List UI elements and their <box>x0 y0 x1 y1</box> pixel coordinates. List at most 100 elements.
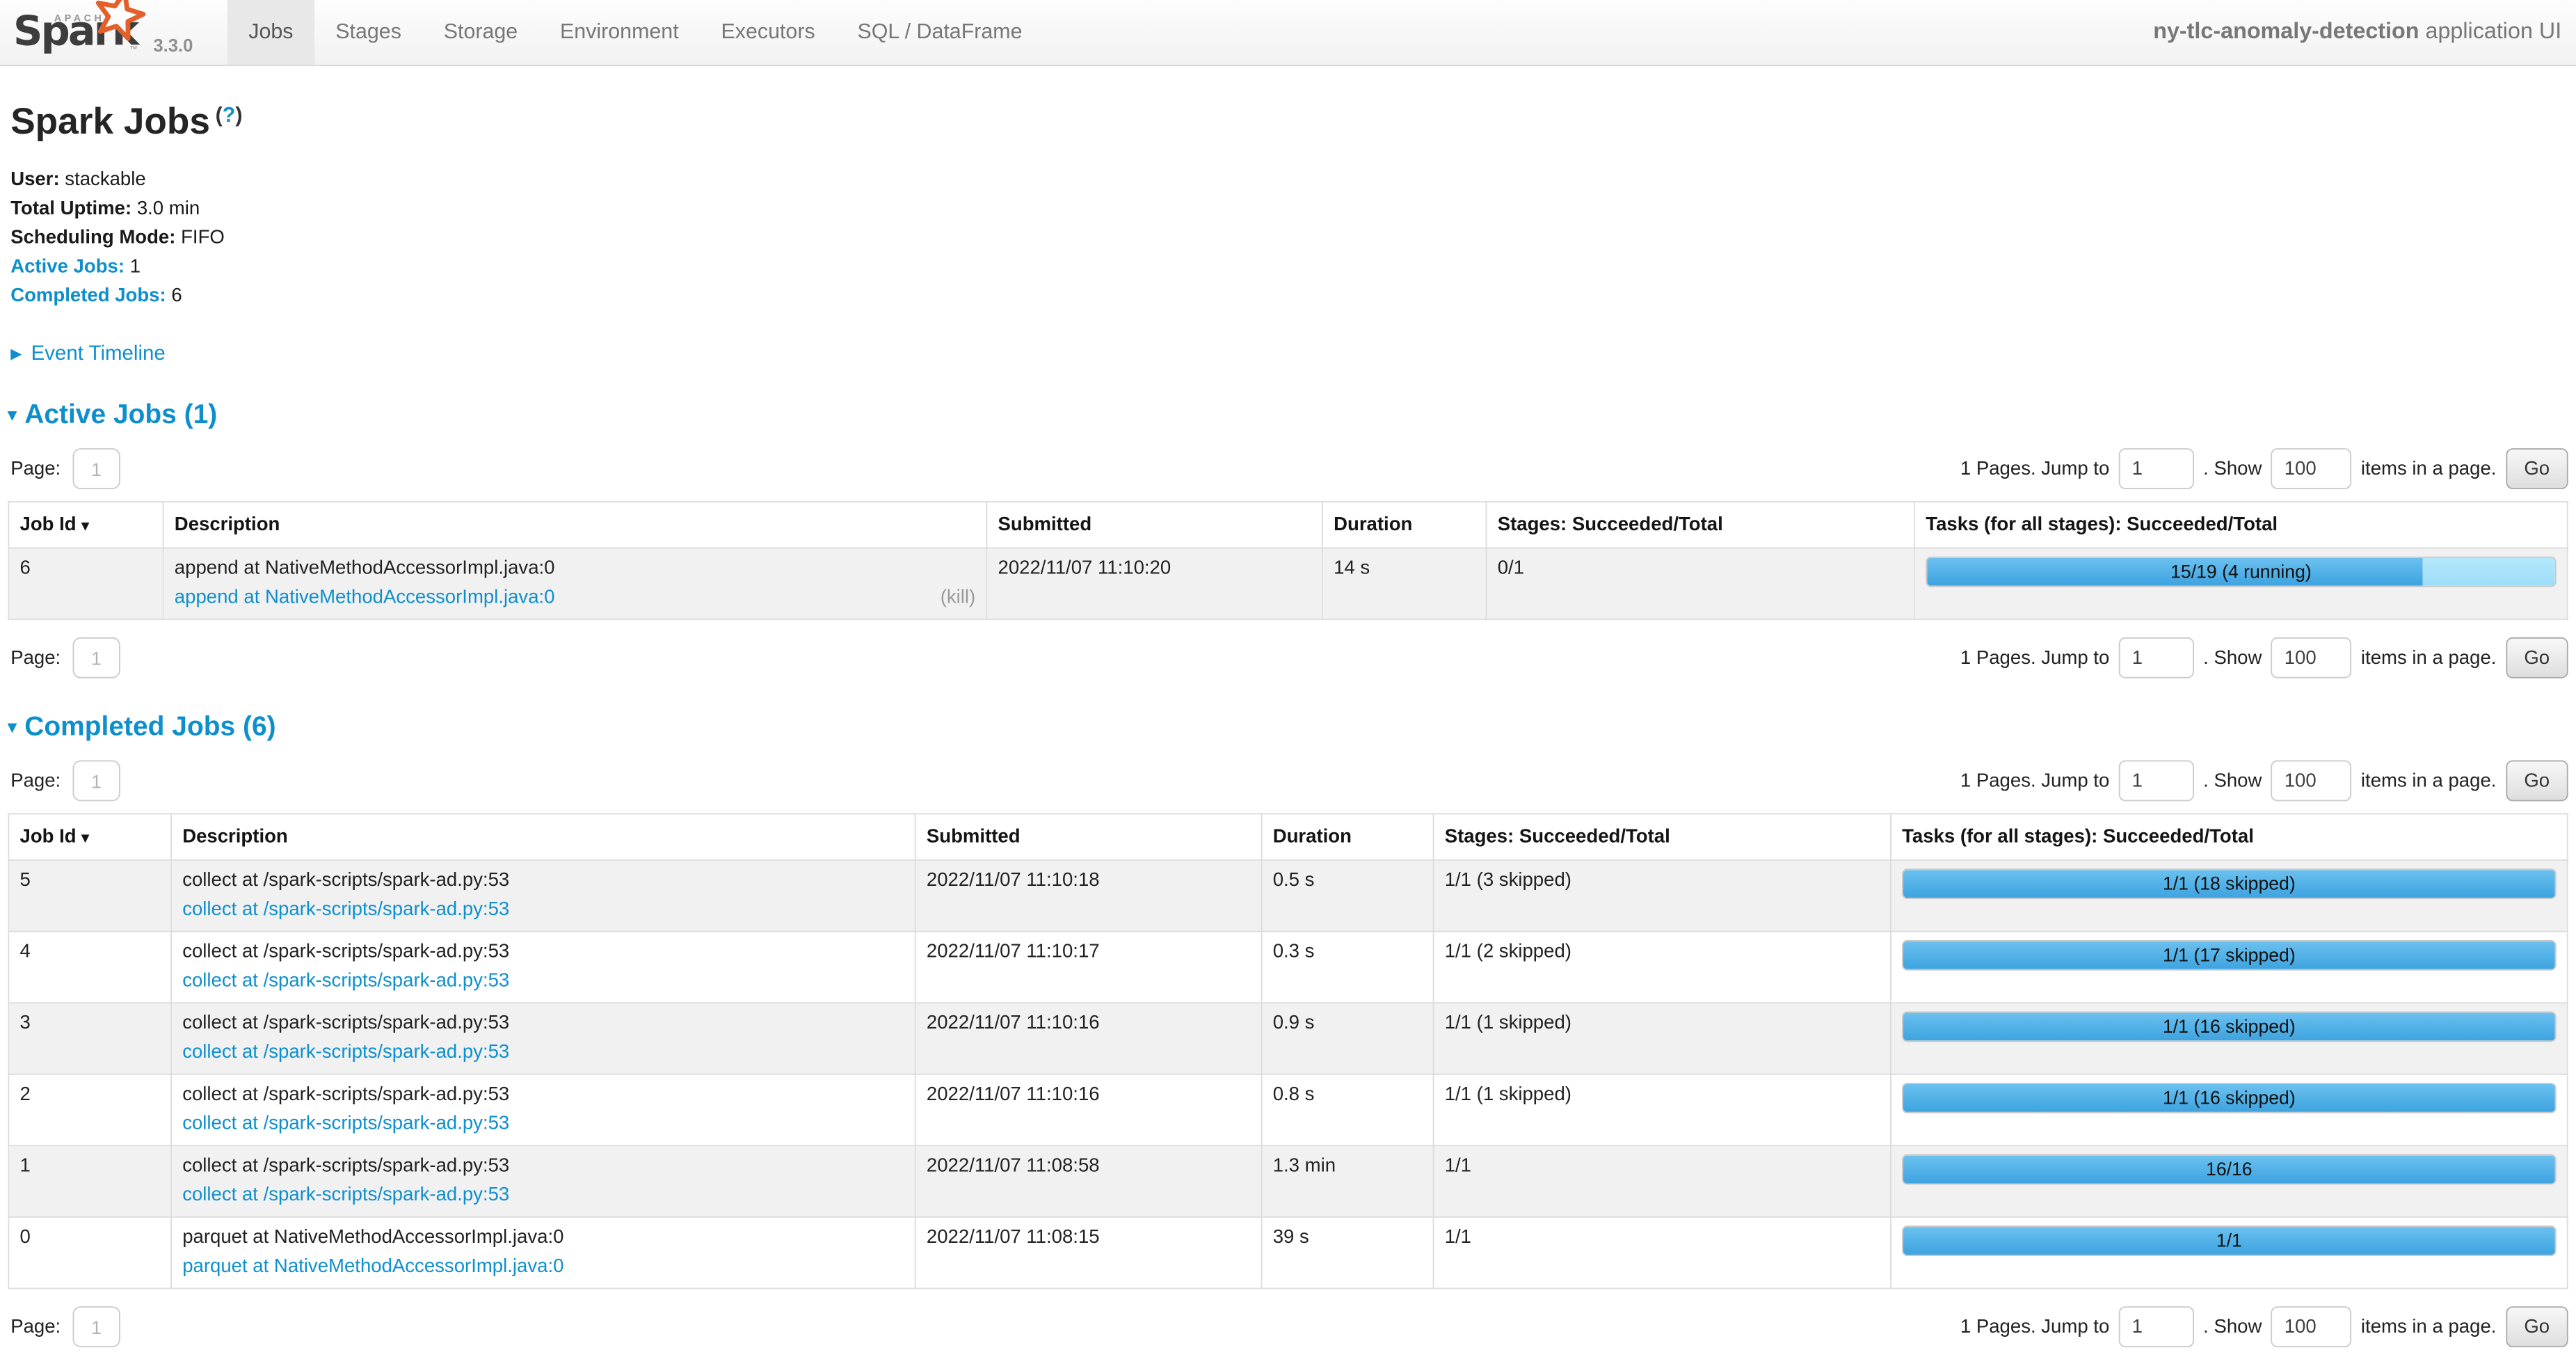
info-value: 1 <box>130 257 141 278</box>
show-count-input[interactable] <box>2271 761 2352 802</box>
spark-version: 3.3.0 <box>153 35 193 65</box>
tab-environment[interactable]: Environment <box>539 0 700 65</box>
job-description-links: append at NativeMethodAccessorImpl.java:… <box>175 585 975 611</box>
job-description-links: collect at /spark-scripts/spark-ad.py:53 <box>182 1111 904 1137</box>
job-id-cell: 6 <box>8 548 163 620</box>
sort-desc-icon: ▾ <box>81 518 89 534</box>
jump-to-input[interactable] <box>2119 448 2194 489</box>
tab-stages[interactable]: Stages <box>314 0 422 65</box>
column-header-description[interactable]: Description <box>171 813 915 860</box>
jump-to-input[interactable] <box>2119 637 2194 678</box>
tasks-cell: 15/19 (4 running) <box>1914 548 2568 620</box>
items-text: items in a page. <box>2361 1316 2497 1337</box>
job-detail-link[interactable]: collect at /spark-scripts/spark-ad.py:53 <box>182 1111 509 1137</box>
jump-to-input[interactable] <box>2119 1306 2194 1347</box>
column-header-job-id[interactable]: Job Id ▾ <box>8 813 171 860</box>
active-jobs-header[interactable]: ▾Active Jobs (1) <box>8 399 2568 431</box>
progress-label: 16/16 <box>1903 1156 2555 1184</box>
description-cell: parquet at NativeMethodAccessorImpl.java… <box>171 1217 915 1289</box>
column-header-submitted[interactable]: Submitted <box>915 813 1262 860</box>
show-count-input[interactable] <box>2271 448 2352 489</box>
header-row: Job Id ▾DescriptionSubmittedDurationStag… <box>8 813 2567 860</box>
go-button[interactable]: Go <box>2506 761 2568 802</box>
info-value: stackable <box>65 169 145 190</box>
column-header-stages[interactable]: Stages: Succeeded/Total <box>1434 813 1891 860</box>
go-button[interactable]: Go <box>2506 448 2568 489</box>
header-row: Job Id ▾DescriptionSubmittedDurationStag… <box>8 502 2567 548</box>
show-text: . Show <box>2203 1316 2262 1337</box>
completed-jobs-header[interactable]: ▾Completed Jobs (6) <box>8 711 2568 743</box>
info-label: User: <box>10 169 59 190</box>
description-cell: append at NativeMethodAccessorImpl.java:… <box>163 548 987 620</box>
tab-storage[interactable]: Storage <box>422 0 538 65</box>
page-number-box: 1 <box>72 637 120 678</box>
tab-sql-dataframe[interactable]: SQL / DataFrame <box>836 0 1043 65</box>
stages-cell: 1/1 <box>1434 1145 1891 1217</box>
tasks-progress-bar: 16/16 <box>1902 1154 2557 1185</box>
spark-logo: Spark APACHE ™ 3.3.0 <box>13 0 193 65</box>
job-description-links: collect at /spark-scripts/spark-ad.py:53 <box>182 968 904 994</box>
column-header-job-id[interactable]: Job Id ▾ <box>8 502 163 548</box>
stages-cell: 1/1 (3 skipped) <box>1434 860 1891 932</box>
help-close-paren: ) <box>235 104 242 127</box>
description-cell: collect at /spark-scripts/spark-ad.py:53… <box>171 932 915 1003</box>
column-header-duration[interactable]: Duration <box>1322 502 1487 548</box>
tasks-cell: 16/16 <box>1891 1145 2568 1217</box>
info-label-link[interactable]: Completed Jobs: <box>10 285 166 306</box>
kill-job-link[interactable]: (kill) <box>941 585 975 611</box>
go-button[interactable]: Go <box>2506 1306 2568 1347</box>
job-description-links: collect at /spark-scripts/spark-ad.py:53 <box>182 1182 904 1209</box>
show-count-input[interactable] <box>2271 637 2352 678</box>
jump-to-input[interactable] <box>2119 761 2194 802</box>
job-description-text: parquet at NativeMethodAccessorImpl.java… <box>182 1224 904 1250</box>
duration-cell: 0.3 s <box>1262 932 1434 1003</box>
duration-cell: 39 s <box>1262 1217 1434 1289</box>
info-value: 3.0 min <box>137 198 200 219</box>
summary-info-list: User: stackableTotal Uptime: 3.0 minSche… <box>10 166 2568 311</box>
info-item-4: Completed Jobs: 6 <box>10 282 2568 311</box>
job-description-links: parquet at NativeMethodAccessorImpl.java… <box>182 1253 904 1280</box>
active-jobs-table: Job Id ▾DescriptionSubmittedDurationStag… <box>8 501 2568 620</box>
info-label: Scheduling Mode: <box>10 228 175 248</box>
info-item-2: Scheduling Mode: FIFO <box>10 223 2568 253</box>
tab-jobs[interactable]: Jobs <box>227 0 314 65</box>
job-id-cell: 1 <box>8 1145 171 1217</box>
column-header-description[interactable]: Description <box>163 502 987 548</box>
tasks-progress-bar: 1/1 (16 skipped) <box>1902 1083 2557 1113</box>
info-label-link[interactable]: Active Jobs: <box>10 257 125 278</box>
job-row: 5collect at /spark-scripts/spark-ad.py:5… <box>8 860 2567 932</box>
tasks-progress-bar: 1/1 <box>1902 1225 2557 1256</box>
duration-cell: 14 s <box>1322 548 1487 620</box>
job-detail-link[interactable]: collect at /spark-scripts/spark-ad.py:53 <box>182 896 509 923</box>
navbar: Spark APACHE ™ 3.3.0 JobsStagesStorageEn… <box>0 0 2576 66</box>
job-detail-link[interactable]: collect at /spark-scripts/spark-ad.py:53 <box>182 1182 509 1209</box>
column-header-duration[interactable]: Duration <box>1262 813 1434 860</box>
column-header-tasks-for-all-stages-[interactable]: Tasks (for all stages): Succeeded/Total <box>1914 502 2568 548</box>
job-detail-link[interactable]: collect at /spark-scripts/spark-ad.py:53 <box>182 968 509 994</box>
event-timeline-toggle[interactable]: ▶Event Timeline <box>10 342 2568 366</box>
show-text: . Show <box>2203 458 2262 479</box>
job-description-links: collect at /spark-scripts/spark-ad.py:53 <box>182 1039 904 1065</box>
job-description-text: collect at /spark-scripts/spark-ad.py:53 <box>182 1153 904 1180</box>
go-button[interactable]: Go <box>2506 637 2568 678</box>
job-id-cell: 2 <box>8 1074 171 1146</box>
submitted-cell: 2022/11/07 11:10:16 <box>915 1003 1262 1074</box>
show-text: . Show <box>2203 770 2262 791</box>
tasks-cell: 1/1 (16 skipped) <box>1891 1003 2568 1074</box>
progress-label: 1/1 <box>1903 1227 2555 1255</box>
job-detail-link[interactable]: parquet at NativeMethodAccessorImpl.java… <box>182 1253 563 1280</box>
pages-jump-text: 1 Pages. Jump to <box>1960 647 2109 668</box>
show-count-input[interactable] <box>2271 1306 2352 1347</box>
column-header-tasks-for-all-stages-[interactable]: Tasks (for all stages): Succeeded/Total <box>1891 813 2568 860</box>
column-header-submitted[interactable]: Submitted <box>986 502 1322 548</box>
help-link[interactable]: (?) <box>216 104 243 127</box>
tab-executors[interactable]: Executors <box>700 0 836 65</box>
duration-cell: 0.5 s <box>1262 860 1434 932</box>
job-detail-link[interactable]: collect at /spark-scripts/spark-ad.py:53 <box>182 1039 509 1065</box>
job-row: 1 collect at /spark-scripts/spark-ad.py:5… <box>8 1145 2567 1217</box>
job-description-text: append at NativeMethodAccessorImpl.java:… <box>175 555 975 582</box>
column-header-stages[interactable]: Stages: Succeeded/Total <box>1487 502 1915 548</box>
job-row: 2 collect at /spark-scripts/spark-ad.py:5… <box>8 1074 2567 1146</box>
stages-cell: 1/1 <box>1434 1217 1891 1289</box>
job-detail-link[interactable]: append at NativeMethodAccessorImpl.java:… <box>175 585 555 611</box>
